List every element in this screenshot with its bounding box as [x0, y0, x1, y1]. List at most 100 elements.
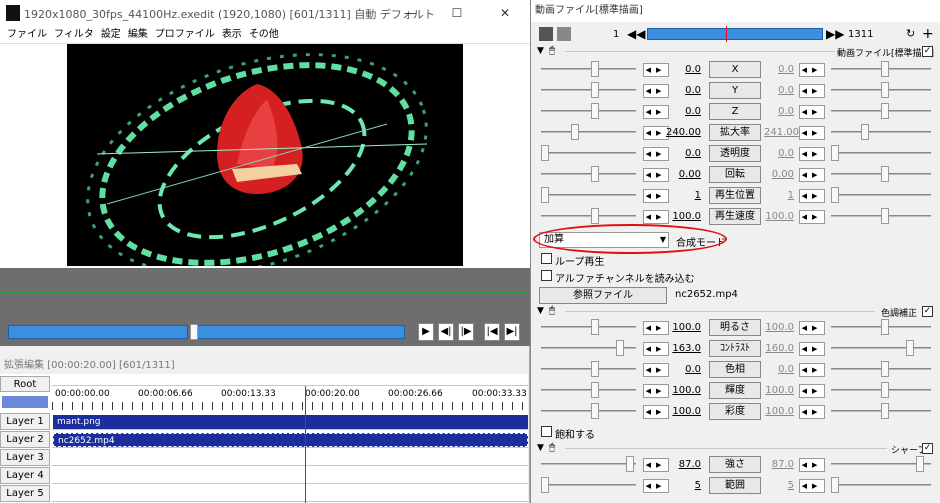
param-stepper-right[interactable]: ◀▶: [799, 321, 825, 335]
seek-thumb[interactable]: [190, 324, 198, 340]
param-value-end[interactable]: 100.0: [764, 322, 794, 333]
seek-bar-right[interactable]: [195, 325, 405, 339]
param-value-end[interactable]: 1: [764, 190, 794, 201]
go-start-button[interactable]: |◀: [484, 323, 500, 341]
slider-thumb[interactable]: [591, 166, 599, 182]
slider-thumb[interactable]: [831, 145, 839, 161]
param-value-start[interactable]: 1: [661, 190, 701, 201]
layer-2-header[interactable]: Layer 2: [0, 431, 50, 448]
menu-other[interactable]: その他: [249, 26, 279, 43]
slider-thumb[interactable]: [881, 361, 889, 377]
go-end-button[interactable]: ▶|: [504, 323, 520, 341]
group3-checkbox[interactable]: ✓: [922, 443, 933, 454]
camera-control-icon[interactable]: ↻: [906, 27, 918, 41]
param-slider-left[interactable]: [541, 463, 636, 465]
param-stepper-right[interactable]: ◀▶: [799, 405, 825, 419]
param-value-end[interactable]: 100.0: [764, 385, 794, 396]
param-value-start[interactable]: 0.00: [661, 169, 701, 180]
param-value-start[interactable]: 163.0: [661, 343, 701, 354]
clip-nc2652-mp4[interactable]: nc2652.mp4: [53, 433, 528, 447]
param-stepper-right[interactable]: ◀▶: [799, 105, 825, 119]
close-button[interactable]: ✕: [482, 0, 528, 26]
param-value-end[interactable]: 0.0: [764, 364, 794, 375]
rewind-icon[interactable]: ◀◀: [627, 27, 645, 41]
param-value-end[interactable]: 5: [764, 480, 794, 491]
param-button[interactable]: 再生速度: [709, 208, 761, 225]
slider-thumb[interactable]: [616, 340, 624, 356]
slider-thumb[interactable]: [541, 145, 549, 161]
param-slider-right[interactable]: [831, 194, 931, 196]
film-icon[interactable]: [539, 27, 553, 41]
clip-mant-png[interactable]: mant.png: [53, 415, 528, 429]
param-button[interactable]: Z: [709, 103, 761, 120]
zoom-slider[interactable]: [2, 396, 48, 408]
slider-thumb[interactable]: [861, 124, 869, 140]
slider-thumb[interactable]: [881, 382, 889, 398]
param-value-start[interactable]: 100.0: [661, 385, 701, 396]
maximize-button[interactable]: ☐: [434, 0, 480, 26]
slider-thumb[interactable]: [881, 166, 889, 182]
param-slider-left[interactable]: [541, 368, 636, 370]
layer-3-header[interactable]: Layer 3: [0, 449, 50, 466]
param-slider-right[interactable]: [831, 131, 931, 133]
slider-thumb[interactable]: [591, 103, 599, 119]
slider-thumb[interactable]: [591, 403, 599, 419]
param-value-end[interactable]: 160.0: [764, 343, 794, 354]
slider-thumb[interactable]: [541, 187, 549, 203]
param-value-start[interactable]: 100.0: [661, 406, 701, 417]
group2-checkbox[interactable]: ✓: [922, 306, 933, 317]
param-button[interactable]: 明るさ: [709, 319, 761, 336]
slider-thumb[interactable]: [591, 361, 599, 377]
param-slider-left[interactable]: [541, 389, 636, 391]
slider-thumb[interactable]: [881, 208, 889, 224]
menu-edit[interactable]: 編集: [128, 26, 148, 43]
add-filter-icon[interactable]: +: [922, 26, 934, 42]
layer-1-header[interactable]: Layer 1: [0, 413, 50, 430]
param-value-start[interactable]: 0.0: [661, 106, 701, 117]
root-button[interactable]: Root: [0, 376, 50, 392]
next-frame-button[interactable]: |▶: [458, 323, 474, 341]
param-stepper-right[interactable]: ◀▶: [799, 147, 825, 161]
param-value-end[interactable]: 0.0: [764, 85, 794, 96]
slider-thumb[interactable]: [916, 456, 924, 472]
prev-frame-button[interactable]: ◀|: [438, 323, 454, 341]
slider-thumb[interactable]: [831, 477, 839, 493]
param-value-start[interactable]: 5: [661, 480, 701, 491]
alpha-checkbox[interactable]: [541, 270, 552, 281]
param-button[interactable]: 強さ: [709, 456, 761, 473]
slider-thumb[interactable]: [881, 319, 889, 335]
param-value-start[interactable]: 87.0: [661, 459, 701, 470]
param-stepper-right[interactable]: ◀▶: [799, 210, 825, 224]
param-slider-left[interactable]: [541, 89, 636, 91]
frame-range-bar[interactable]: [647, 28, 823, 40]
param-button[interactable]: 範囲: [709, 477, 761, 494]
param-button[interactable]: 回転: [709, 166, 761, 183]
slider-thumb[interactable]: [591, 319, 599, 335]
param-button[interactable]: 拡大率: [709, 124, 761, 141]
param-stepper-right[interactable]: ◀▶: [799, 363, 825, 377]
param-value-end[interactable]: 0.0: [764, 64, 794, 75]
seek-bar-left[interactable]: [8, 325, 188, 339]
slider-thumb[interactable]: [591, 82, 599, 98]
param-button[interactable]: 彩度: [709, 403, 761, 420]
param-stepper-right[interactable]: ◀▶: [799, 168, 825, 182]
slider-thumb[interactable]: [881, 82, 889, 98]
menu-file[interactable]: ファイル: [7, 26, 47, 43]
param-stepper-right[interactable]: ◀▶: [799, 384, 825, 398]
reference-file-button[interactable]: 参照ファイル: [539, 287, 667, 304]
loop-checkbox[interactable]: [541, 253, 552, 264]
param-button[interactable]: 色相: [709, 361, 761, 378]
menu-settings[interactable]: 設定: [101, 26, 121, 43]
saturate-checkbox[interactable]: [541, 426, 552, 437]
param-value-end[interactable]: 0.0: [764, 148, 794, 159]
collapse-icon[interactable]: ▼: [537, 306, 544, 316]
param-stepper-right[interactable]: ◀▶: [799, 458, 825, 472]
forward-icon[interactable]: ▶▶: [826, 27, 844, 41]
param-stepper-right[interactable]: ◀▶: [799, 126, 825, 140]
param-stepper-right[interactable]: ◀▶: [799, 189, 825, 203]
param-slider-left[interactable]: [541, 110, 636, 112]
param-value-start[interactable]: 0.0: [661, 64, 701, 75]
param-value-end[interactable]: 100.0: [764, 211, 794, 222]
param-value-start[interactable]: 100.0: [661, 211, 701, 222]
menu-profile[interactable]: プロファイル: [155, 26, 215, 43]
